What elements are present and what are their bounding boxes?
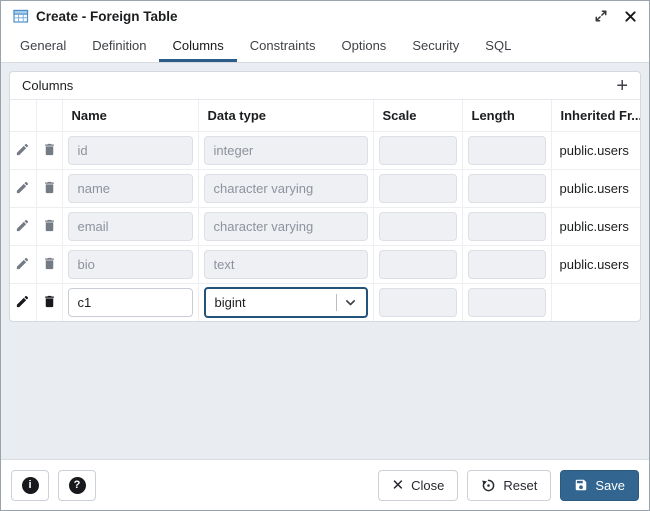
trash-icon xyxy=(44,181,54,193)
table-row: public.users xyxy=(10,207,640,246)
dialog-footer: i ? ✕ Close Reset Save xyxy=(1,459,649,510)
info-icon: i xyxy=(21,476,39,494)
column-length-input xyxy=(467,288,546,317)
help-icon: ? xyxy=(68,476,86,494)
inherited-from-value xyxy=(551,284,640,322)
column-length-input xyxy=(467,174,546,203)
header-inherited-from: Inherited Fr... xyxy=(551,100,640,132)
delete-row-button[interactable] xyxy=(40,254,59,273)
column-length-input xyxy=(467,136,546,165)
column-name-input[interactable] xyxy=(67,288,193,317)
reset-button-label: Reset xyxy=(503,477,538,493)
close-x-icon: ✕ xyxy=(391,476,405,494)
column-scale-input xyxy=(378,136,457,165)
tab-definition[interactable]: Definition xyxy=(79,31,159,62)
column-name-input xyxy=(67,174,193,203)
delete-row-button[interactable] xyxy=(40,178,59,197)
edit-row-button[interactable] xyxy=(13,292,32,311)
columns-panel-header: Columns + xyxy=(10,72,640,100)
close-x-icon xyxy=(624,10,637,23)
edit-row-button[interactable] xyxy=(13,178,32,197)
chevron-down-icon xyxy=(345,300,355,306)
tab-constraints[interactable]: Constraints xyxy=(237,31,329,62)
create-foreign-table-dialog: Create - Foreign Table General Definitio… xyxy=(0,0,650,511)
column-scale-input xyxy=(378,212,457,241)
tab-sql[interactable]: SQL xyxy=(472,31,524,62)
expand-diagonal-icon xyxy=(594,9,608,23)
column-datatype-input xyxy=(203,136,368,165)
add-column-button[interactable]: + xyxy=(616,76,628,96)
close-button-label: Close xyxy=(411,477,445,493)
inherited-from-value: public.users xyxy=(551,131,640,170)
trash-icon xyxy=(44,257,54,269)
delete-row-button[interactable] xyxy=(40,140,59,159)
columns-table: Name Data type Scale Length Inherited Fr… xyxy=(10,100,640,321)
columns-table-header-row: Name Data type Scale Length Inherited Fr… xyxy=(10,100,640,132)
header-name: Name xyxy=(62,100,199,132)
pencil-icon xyxy=(17,257,29,269)
trash-icon xyxy=(44,295,54,307)
edit-row-button[interactable] xyxy=(13,216,32,235)
close-button[interactable]: ✕ Close xyxy=(377,469,459,501)
edit-row-button[interactable] xyxy=(13,140,32,159)
info-button[interactable]: i xyxy=(11,469,49,501)
table-row-active: bigint xyxy=(10,283,640,322)
close-window-button[interactable] xyxy=(624,10,637,23)
inherited-from-value: public.users xyxy=(551,245,640,284)
data-type-select[interactable]: bigint xyxy=(203,287,368,318)
table-row: public.users xyxy=(10,169,640,208)
floppy-disk-icon xyxy=(574,478,588,492)
dialog-body: Columns + Name Data type Scale Length In… xyxy=(1,63,649,459)
select-divider xyxy=(335,294,337,311)
reset-button[interactable]: Reset xyxy=(467,469,552,501)
edit-row-button[interactable] xyxy=(13,254,32,273)
column-datatype-input xyxy=(203,174,368,203)
tab-general[interactable]: General xyxy=(7,31,79,62)
column-length-input xyxy=(467,212,546,241)
pencil-icon xyxy=(17,143,29,155)
column-name-input xyxy=(67,136,193,165)
tab-security[interactable]: Security xyxy=(399,31,472,62)
column-length-input xyxy=(467,250,546,279)
delete-row-button[interactable] xyxy=(40,216,59,235)
inherited-from-value: public.users xyxy=(551,207,640,246)
header-length: Length xyxy=(462,100,552,132)
tab-bar: General Definition Columns Constraints O… xyxy=(1,31,649,63)
data-type-selected-value: bigint xyxy=(214,295,246,310)
pencil-icon xyxy=(17,181,29,193)
tab-options[interactable]: Options xyxy=(329,31,400,62)
column-scale-input xyxy=(378,174,457,203)
delete-row-button[interactable] xyxy=(40,292,59,311)
dialog-titlebar: Create - Foreign Table xyxy=(1,1,649,31)
save-button-label: Save xyxy=(595,477,625,493)
help-button[interactable]: ? xyxy=(58,469,96,501)
columns-panel-title: Columns xyxy=(22,78,74,93)
restore-arrow-icon xyxy=(481,478,496,493)
table-row: public.users xyxy=(10,245,640,284)
header-scale: Scale xyxy=(373,100,463,132)
columns-panel: Columns + Name Data type Scale Length In… xyxy=(9,71,641,322)
save-button[interactable]: Save xyxy=(560,469,639,501)
tab-columns[interactable]: Columns xyxy=(159,31,237,62)
column-name-input xyxy=(67,212,193,241)
maximize-button[interactable] xyxy=(594,9,608,23)
inherited-from-value: public.users xyxy=(551,169,640,208)
header-data-type: Data type xyxy=(198,100,374,132)
column-datatype-input xyxy=(203,250,368,279)
trash-icon xyxy=(44,219,54,231)
table-icon xyxy=(13,8,29,24)
table-row: public.users xyxy=(10,131,640,170)
column-scale-input xyxy=(378,288,457,317)
column-scale-input xyxy=(378,250,457,279)
pencil-icon xyxy=(17,219,29,231)
pencil-icon xyxy=(17,295,29,307)
dialog-title: Create - Foreign Table xyxy=(36,8,178,24)
trash-icon xyxy=(44,143,54,155)
column-datatype-input xyxy=(203,212,368,241)
column-name-input xyxy=(67,250,193,279)
